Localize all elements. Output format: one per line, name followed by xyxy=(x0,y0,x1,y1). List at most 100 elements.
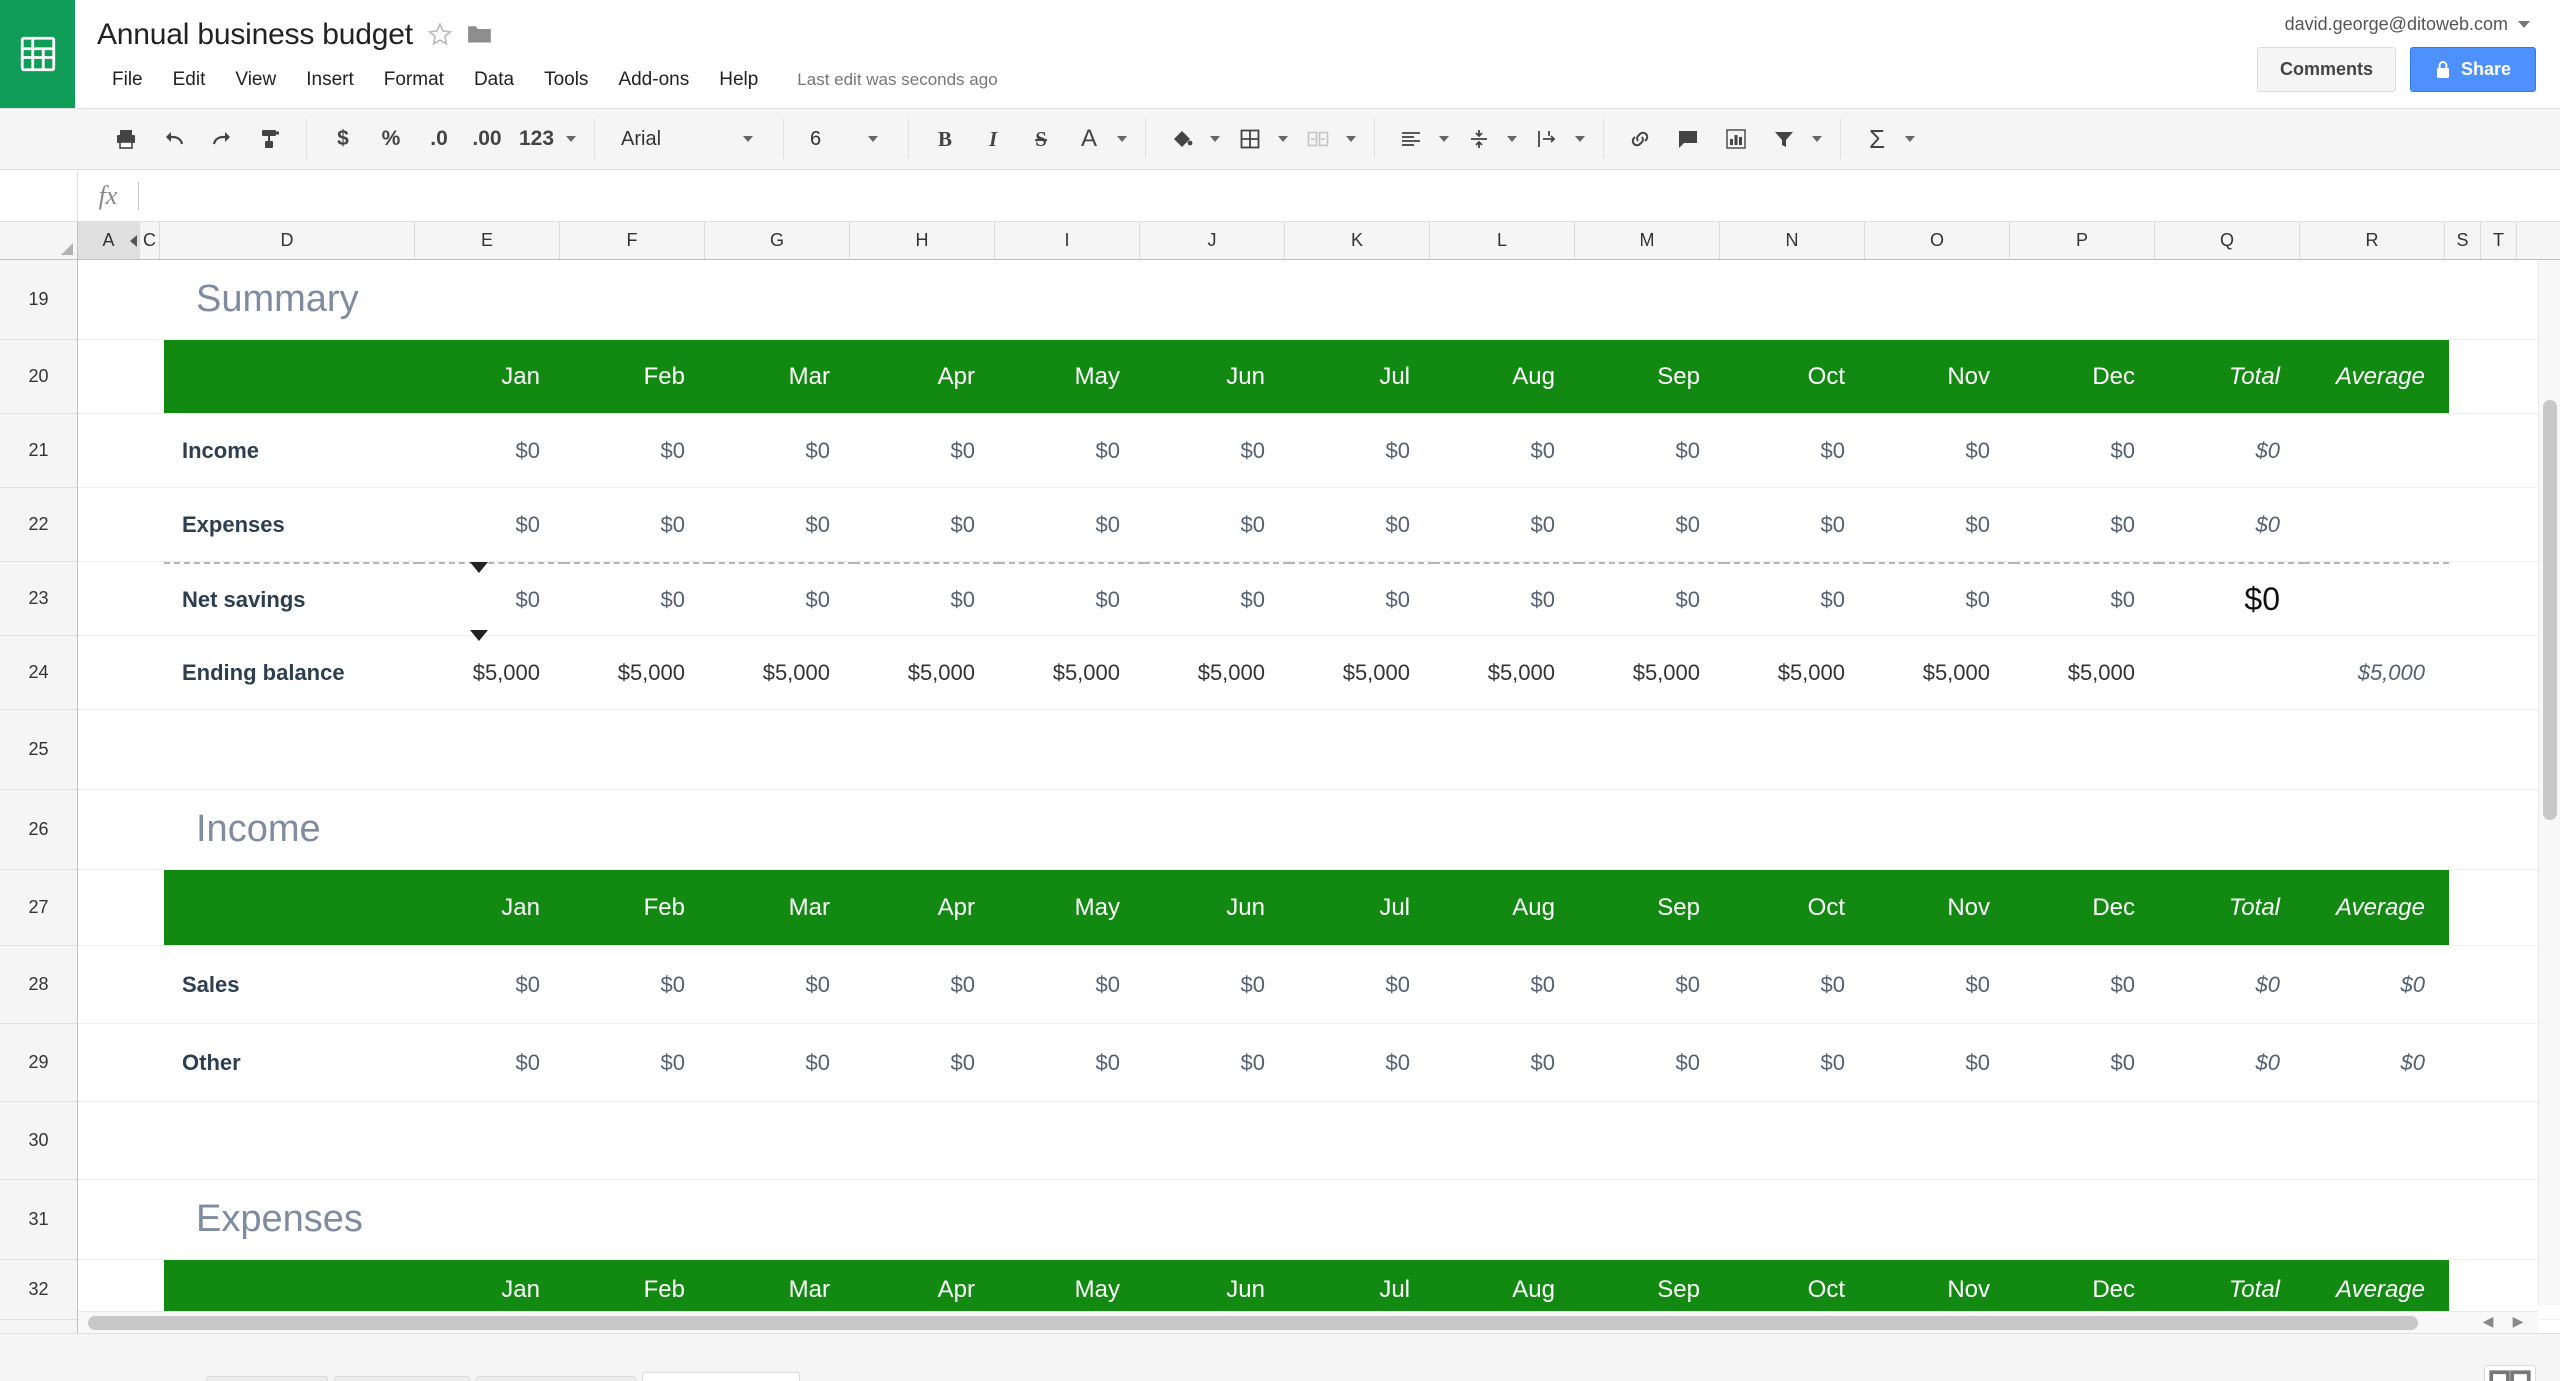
cell-r[interactable] xyxy=(2300,1180,2445,1259)
cell-o[interactable] xyxy=(1865,1180,2010,1259)
header-cell-d[interactable] xyxy=(164,870,419,945)
row-header-22[interactable]: 22 xyxy=(0,488,77,562)
cell-area[interactable]: Summary Jan Feb Mar Apr May Jun Jul Aug Sep Oct Nov… xyxy=(78,260,2560,1333)
cell-m[interactable]: $0 xyxy=(1579,488,1724,561)
cell-s[interactable] xyxy=(2449,488,2485,561)
select-all-corner[interactable] xyxy=(0,222,78,259)
cell-q[interactable]: $0 xyxy=(2159,488,2304,561)
filter-chevron-icon[interactable] xyxy=(1812,136,1823,142)
merge-cells-icon[interactable] xyxy=(1296,117,1340,161)
cell-s[interactable] xyxy=(2445,710,2481,789)
cell-k[interactable] xyxy=(1285,710,1430,789)
row-header-31[interactable]: 31 xyxy=(0,1180,77,1260)
cell-r[interactable] xyxy=(2304,562,2449,635)
cell-n[interactable]: $0 xyxy=(1724,488,1869,561)
cell-m[interactable]: $5,000 xyxy=(1579,636,1724,709)
cell-n[interactable]: $5,000 xyxy=(1724,636,1869,709)
cell-l[interactable]: $0 xyxy=(1434,488,1579,561)
row-header-30[interactable]: 30 xyxy=(0,1102,77,1180)
cell-i[interactable] xyxy=(995,1102,1140,1179)
cell-p[interactable]: $0 xyxy=(2014,414,2159,487)
cell-l[interactable]: $0 xyxy=(1434,414,1579,487)
column-header-a[interactable]: A xyxy=(78,222,140,259)
account-menu[interactable]: david.george@ditoweb.com xyxy=(2257,0,2536,35)
column-header-d[interactable]: D xyxy=(160,222,415,259)
filter-icon[interactable] xyxy=(1762,117,1806,161)
sheet-tab-summary[interactable]: Summary xyxy=(642,1372,801,1381)
formula-input[interactable] xyxy=(139,170,2560,221)
row-header-24[interactable]: 24 xyxy=(0,636,77,710)
scroll-left-icon[interactable]: ◀ xyxy=(2478,1311,2498,1331)
cell-p[interactable] xyxy=(2010,1180,2155,1259)
column-header-n[interactable]: N xyxy=(1720,222,1865,259)
header-cell-m[interactable]: Sep xyxy=(1579,340,1724,413)
sheet-tab-expenses[interactable]: Expenses xyxy=(475,1376,637,1381)
font-size-select[interactable]: 6 xyxy=(798,117,894,161)
cell-q[interactable]: $0 xyxy=(2159,562,2304,635)
cell-g[interactable]: $0 xyxy=(709,488,854,561)
cell-l[interactable] xyxy=(1430,1180,1575,1259)
cell-i[interactable] xyxy=(995,790,1140,869)
undo-icon[interactable] xyxy=(152,117,196,161)
column-header-g[interactable]: G xyxy=(705,222,850,259)
cell-j[interactable]: $0 xyxy=(1144,946,1289,1023)
cell-n[interactable] xyxy=(1720,710,1865,789)
column-header-c[interactable]: C xyxy=(140,222,160,259)
cell-p[interactable] xyxy=(2010,710,2155,789)
cell-a[interactable] xyxy=(78,414,140,487)
cell-e[interactable] xyxy=(415,1180,560,1259)
cell-s[interactable] xyxy=(2449,1024,2485,1101)
cell-a[interactable] xyxy=(78,1024,140,1101)
cell-q[interactable]: $0 xyxy=(2159,414,2304,487)
cell-t[interactable] xyxy=(2485,636,2521,709)
column-collapse-icon[interactable] xyxy=(130,234,137,247)
row-header-27[interactable]: 27 xyxy=(0,870,77,946)
explore-icon[interactable] xyxy=(2484,1365,2536,1381)
sigma-icon[interactable]: Σ xyxy=(1855,117,1899,161)
cell-a[interactable] xyxy=(78,790,140,869)
cell-m[interactable]: $0 xyxy=(1579,946,1724,1023)
cell-l[interactable] xyxy=(1430,790,1575,869)
cell-h[interactable] xyxy=(850,260,995,339)
cell-s[interactable] xyxy=(2445,1102,2481,1179)
cell-e[interactable]: $0 xyxy=(419,488,564,561)
summary-header-row[interactable]: Jan Feb Mar Apr May Jun Jul Aug Sep Oct Nov Dec Tota… xyxy=(78,340,2560,414)
cell-r[interactable] xyxy=(2300,260,2445,339)
table-row[interactable]: Net savings $0 $0 $0 $0 $0 $0 $0 $0 $0 $0 $0 $0 $0 xyxy=(78,562,2560,636)
cell-d[interactable]: Net savings xyxy=(164,562,419,635)
cell-i[interactable]: $0 xyxy=(999,946,1144,1023)
column-header-l[interactable]: L xyxy=(1430,222,1575,259)
header-cell-t[interactable] xyxy=(2485,340,2521,413)
cell-s[interactable] xyxy=(2449,946,2485,1023)
header-cell-i[interactable]: May xyxy=(999,340,1144,413)
cell-i[interactable]: $0 xyxy=(999,1024,1144,1101)
row-header-25[interactable]: 25 xyxy=(0,710,77,790)
cell-g[interactable]: $0 xyxy=(709,414,854,487)
cell-g[interactable]: $0 xyxy=(709,946,854,1023)
italic-button[interactable]: I xyxy=(971,117,1015,161)
cell-j[interactable] xyxy=(1140,710,1285,789)
header-cell-h[interactable]: Apr xyxy=(854,870,999,945)
section-title-cell[interactable]: Income xyxy=(160,790,415,869)
cell-p[interactable]: $0 xyxy=(2014,488,2159,561)
header-cell-e[interactable]: Jan xyxy=(419,870,564,945)
cell-o[interactable]: $5,000 xyxy=(1869,636,2014,709)
cell-o[interactable] xyxy=(1865,710,2010,789)
menu-item-tools[interactable]: Tools xyxy=(529,63,603,97)
cell-j[interactable] xyxy=(1140,260,1285,339)
cell-t[interactable] xyxy=(2485,562,2521,635)
cell-a[interactable] xyxy=(78,260,140,339)
cell-d[interactable]: Ending balance xyxy=(164,636,419,709)
cell-f[interactable]: $0 xyxy=(564,488,709,561)
cell-h[interactable]: $0 xyxy=(854,414,999,487)
wrap-chevron-icon[interactable] xyxy=(1575,136,1586,142)
header-cell-f[interactable]: Feb xyxy=(564,870,709,945)
cell-h[interactable]: $5,000 xyxy=(854,636,999,709)
comments-button[interactable]: Comments xyxy=(2256,47,2396,92)
link-icon[interactable] xyxy=(1618,117,1662,161)
cell-n[interactable]: $0 xyxy=(1724,562,1869,635)
cell-f[interactable] xyxy=(560,710,705,789)
cell-a[interactable] xyxy=(78,562,140,635)
header-cell-o[interactable]: Nov xyxy=(1869,340,2014,413)
cell-i[interactable] xyxy=(995,260,1140,339)
